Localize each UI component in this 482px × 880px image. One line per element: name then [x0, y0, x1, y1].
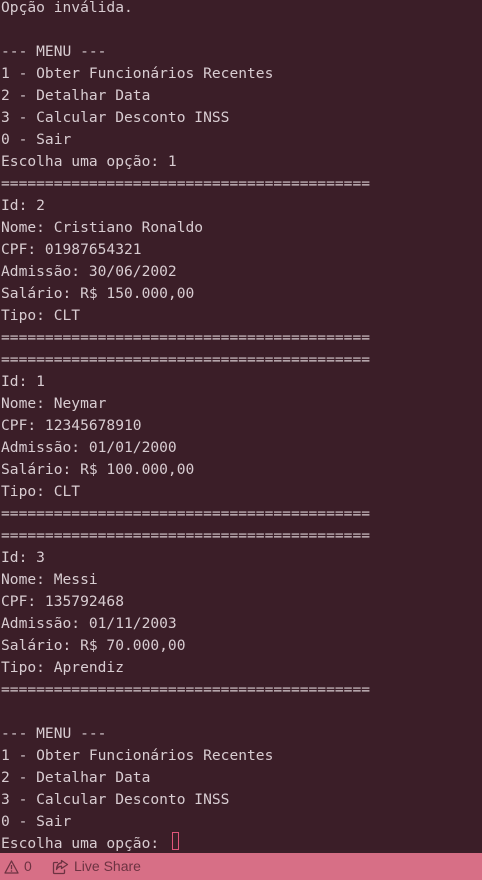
terminal-line: 3 - Calcular Desconto INSS: [1, 791, 230, 808]
live-share-status-item[interactable]: Live Share: [52, 853, 141, 880]
terminal-separator: ========================================…: [1, 527, 371, 544]
terminal-line: Tipo: CLT: [1, 483, 81, 500]
warning-icon: [4, 859, 19, 874]
terminal-line: CPF: 01987654321: [1, 241, 142, 258]
terminal-separator: ========================================…: [1, 681, 371, 698]
terminal-line: 0 - Sair: [1, 131, 72, 148]
terminal-line: Admissão: 01/11/2003: [1, 615, 177, 632]
terminal-line: Nome: Messi: [1, 571, 98, 588]
terminal-line: 2 - Detalhar Data: [1, 87, 151, 104]
terminal-line: Opção inválida.: [1, 0, 133, 16]
terminal-line: CPF: 12345678910: [1, 417, 142, 434]
terminal-line: Id: 1: [1, 373, 45, 390]
terminal-line: --- MENU ---: [1, 725, 107, 742]
terminal-line: Salário: R$ 70.000,00: [1, 637, 186, 654]
terminal-line: CPF: 135792468: [1, 593, 125, 610]
terminal-separator: ========================================…: [1, 505, 371, 522]
terminal-line: 2 - Detalhar Data: [1, 769, 151, 786]
terminal-line: Id: 3: [1, 549, 45, 566]
terminal-line: Escolha uma opção: 1: [1, 153, 177, 170]
live-share-label: Live Share: [74, 858, 141, 874]
terminal-line: Salário: R$ 100.000,00: [1, 461, 195, 478]
terminal-separator: ========================================…: [1, 351, 371, 368]
terminal-line: --- MENU ---: [1, 43, 107, 60]
terminal-separator: ========================================…: [1, 175, 371, 192]
status-bar: 0 Live Share: [0, 853, 482, 880]
terminal-panel[interactable]: Opção inválida. --- MENU --- 1 - Obter F…: [0, 0, 482, 853]
terminal-line: 1 - Obter Funcionários Recentes: [1, 65, 274, 82]
warnings-count: 0: [24, 858, 32, 874]
terminal-cursor: [172, 832, 179, 850]
terminal-line: Nome: Cristiano Ronaldo: [1, 219, 204, 236]
terminal-line: Tipo: Aprendiz: [1, 659, 125, 676]
terminal-line: Admissão: 30/06/2002: [1, 263, 177, 280]
terminal-line: Admissão: 01/01/2000: [1, 439, 177, 456]
terminal-line: Nome: Neymar: [1, 395, 107, 412]
live-share-icon: [52, 859, 69, 875]
terminal-line: 0 - Sair: [1, 813, 72, 830]
terminal-prompt-line[interactable]: Escolha uma opção:: [1, 833, 168, 853]
terminal-line: 3 - Calcular Desconto INSS: [1, 109, 230, 126]
problems-status-item[interactable]: 0: [4, 853, 32, 880]
terminal-line: Salário: R$ 150.000,00: [1, 285, 195, 302]
terminal-line: Tipo: CLT: [1, 307, 81, 324]
terminal-line: 1 - Obter Funcionários Recentes: [1, 747, 274, 764]
terminal-line: Id: 2: [1, 197, 45, 214]
terminal-separator: ========================================…: [1, 329, 371, 346]
